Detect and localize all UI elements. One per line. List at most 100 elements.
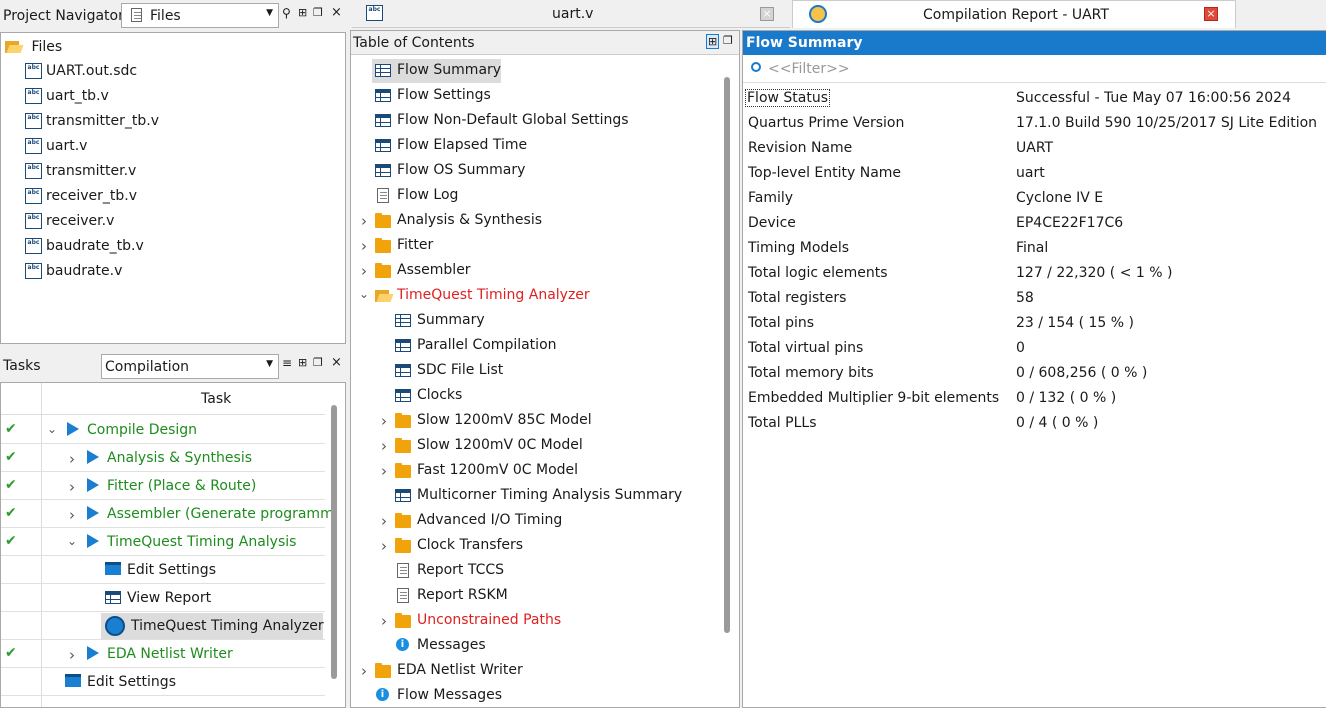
- toc-item[interactable]: › Slow 1200mV 85C Model: [351, 409, 721, 433]
- task-column-label[interactable]: Task: [201, 391, 231, 407]
- toc-item[interactable]: Clocks: [351, 384, 721, 408]
- close-icon[interactable]: ×: [331, 355, 342, 370]
- tab-uart-v[interactable]: abc uart.v: [352, 0, 1125, 28]
- summary-row[interactable]: Total virtual pins 0: [743, 337, 1326, 361]
- file-item[interactable]: abc transmitter.v: [25, 163, 136, 183]
- start-icon[interactable]: [87, 478, 99, 492]
- float-icon[interactable]: ❐: [313, 356, 323, 369]
- files-root[interactable]: Files: [5, 39, 62, 59]
- file-item[interactable]: abc uart_tb.v: [25, 88, 109, 108]
- file-item[interactable]: abc baudrate_tb.v: [25, 238, 144, 258]
- summary-row[interactable]: Device EP4CE22F17C6: [743, 212, 1326, 236]
- tab-compilation-report[interactable]: Compilation Report - UART ×: [792, 0, 1236, 28]
- toc-item[interactable]: Parallel Compilation: [351, 334, 721, 358]
- start-icon[interactable]: [67, 422, 79, 436]
- task-row[interactable]: View Report: [1, 584, 325, 612]
- toc-item[interactable]: Flow OS Summary: [351, 159, 721, 183]
- summary-row[interactable]: Revision Name UART: [743, 137, 1326, 161]
- pin-icon[interactable]: ⊞: [706, 34, 720, 49]
- toc-item[interactable]: Summary: [351, 309, 721, 333]
- task-row[interactable]: Edit Settings: [1, 668, 325, 696]
- chevron-right-icon[interactable]: ›: [359, 212, 369, 230]
- toc-item[interactable]: › Fitter: [351, 234, 721, 258]
- toc-item[interactable]: Flow Non-Default Global Settings: [351, 109, 721, 133]
- menu-icon[interactable]: ≡: [282, 356, 292, 370]
- summary-row[interactable]: Total pins 23 / 154 ( 15 % ): [743, 312, 1326, 336]
- search-icon[interactable]: ⚲: [282, 6, 291, 20]
- summary-row[interactable]: Family Cyclone IV E: [743, 187, 1326, 211]
- summary-row[interactable]: Total registers 58: [743, 287, 1326, 311]
- summary-row[interactable]: Total logic elements 127 / 22,320 ( < 1 %…: [743, 262, 1326, 286]
- task-row[interactable]: ✔ › EDA Netlist Writer: [1, 640, 325, 668]
- chevron-right-icon[interactable]: ›: [67, 450, 77, 468]
- file-item[interactable]: abc receiver.v: [25, 213, 114, 233]
- toc-item[interactable]: › Clock Transfers: [351, 534, 721, 558]
- start-icon[interactable]: [87, 506, 99, 520]
- task-row[interactable]: ✔ ⌄ TimeQuest Timing Analysis: [1, 528, 325, 556]
- navigator-view-select[interactable]: Files ▼: [121, 3, 279, 28]
- toc-item[interactable]: Flow Elapsed Time: [351, 134, 721, 158]
- chevron-down-icon[interactable]: ⌄: [67, 534, 77, 548]
- task-row[interactable]: ✔ › Analysis & Synthesis: [1, 444, 325, 472]
- chevron-right-icon[interactable]: ›: [359, 662, 369, 680]
- summary-row[interactable]: Flow Status Successful - Tue May 07 16:00…: [743, 87, 1326, 111]
- task-row[interactable]: ✔ › Fitter (Place & Route): [1, 472, 325, 500]
- summary-row[interactable]: Timing Models Final: [743, 237, 1326, 261]
- filter-row[interactable]: <<Filter>>: [743, 55, 1326, 83]
- toc-item[interactable]: Report TCCS: [351, 559, 721, 583]
- file-item[interactable]: abc receiver_tb.v: [25, 188, 137, 208]
- start-icon[interactable]: [87, 450, 99, 464]
- filter-input[interactable]: <<Filter>>: [768, 61, 850, 77]
- summary-row[interactable]: Top-level Entity Name uart: [743, 162, 1326, 186]
- toc-item[interactable]: i Flow Messages: [351, 684, 721, 707]
- tab-uart-v-close[interactable]: ×: [760, 7, 774, 21]
- summary-row[interactable]: Total PLLs 0 / 4 ( 0 % ): [743, 412, 1326, 436]
- start-icon[interactable]: [87, 534, 99, 548]
- toc-item[interactable]: i Messages: [351, 634, 721, 658]
- chevron-right-icon[interactable]: ›: [379, 437, 389, 455]
- float-icon[interactable]: ❐: [723, 34, 733, 47]
- chevron-right-icon[interactable]: ›: [67, 646, 77, 664]
- chevron-right-icon[interactable]: ›: [379, 412, 389, 430]
- file-item[interactable]: abc transmitter_tb.v: [25, 113, 159, 133]
- task-row[interactable]: TimeQuest Timing Analyzer: [1, 612, 325, 640]
- file-item[interactable]: abc baudrate.v: [25, 263, 122, 283]
- summary-row[interactable]: Embedded Multiplier 9-bit elements 0 / 13…: [743, 387, 1326, 411]
- chevron-right-icon[interactable]: ›: [359, 262, 369, 280]
- summary-row[interactable]: Quartus Prime Version 17.1.0 Build 590 10…: [743, 112, 1326, 136]
- task-row[interactable]: Edit Settings: [1, 556, 325, 584]
- chevron-right-icon[interactable]: ›: [379, 612, 389, 630]
- toc-item[interactable]: › Assembler: [351, 259, 721, 283]
- toc-scrollbar[interactable]: [724, 77, 730, 633]
- tab-close-icon[interactable]: ×: [1204, 7, 1218, 21]
- toc-item[interactable]: › EDA Netlist Writer: [351, 659, 721, 683]
- chevron-down-icon[interactable]: ⌄: [359, 287, 369, 301]
- chevron-right-icon[interactable]: ›: [359, 237, 369, 255]
- toc-item[interactable]: ⌄ TimeQuest Timing Analyzer: [351, 284, 721, 308]
- chevron-down-icon[interactable]: ⌄: [47, 422, 57, 436]
- toc-item[interactable]: › Slow 1200mV 0C Model: [351, 434, 721, 458]
- toc-item[interactable]: Flow Log: [351, 184, 721, 208]
- toc-item[interactable]: › Fast 1200mV 0C Model: [351, 459, 721, 483]
- flow-select[interactable]: Compilation ▼: [101, 354, 279, 379]
- toc-item[interactable]: › Analysis & Synthesis: [351, 209, 721, 233]
- chevron-right-icon[interactable]: ›: [67, 506, 77, 524]
- pin-icon[interactable]: ⊞: [298, 6, 307, 19]
- toc-item[interactable]: SDC File List: [351, 359, 721, 383]
- task-row[interactable]: ✔ › Assembler (Generate programm: [1, 500, 334, 528]
- toc-item[interactable]: Flow Settings: [351, 84, 721, 108]
- file-item[interactable]: abc uart.v: [25, 138, 87, 158]
- toc-item[interactable]: › Advanced I/O Timing: [351, 509, 721, 533]
- chevron-right-icon[interactable]: ›: [379, 537, 389, 555]
- toc-item[interactable]: Report RSKM: [351, 584, 721, 608]
- chevron-right-icon[interactable]: ›: [67, 478, 77, 496]
- task-row[interactable]: ✔ ⌄ Compile Design: [1, 416, 325, 444]
- summary-row[interactable]: Total memory bits 0 / 608,256 ( 0 % ): [743, 362, 1326, 386]
- toc-item[interactable]: Flow Summary: [351, 59, 721, 83]
- start-icon[interactable]: [87, 646, 99, 660]
- tasks-scrollbar[interactable]: [331, 405, 337, 679]
- pin-icon[interactable]: ⊞: [298, 356, 307, 369]
- float-icon[interactable]: ❐: [313, 6, 323, 19]
- close-icon[interactable]: ×: [331, 5, 342, 20]
- file-item[interactable]: abc UART.out.sdc: [25, 63, 137, 83]
